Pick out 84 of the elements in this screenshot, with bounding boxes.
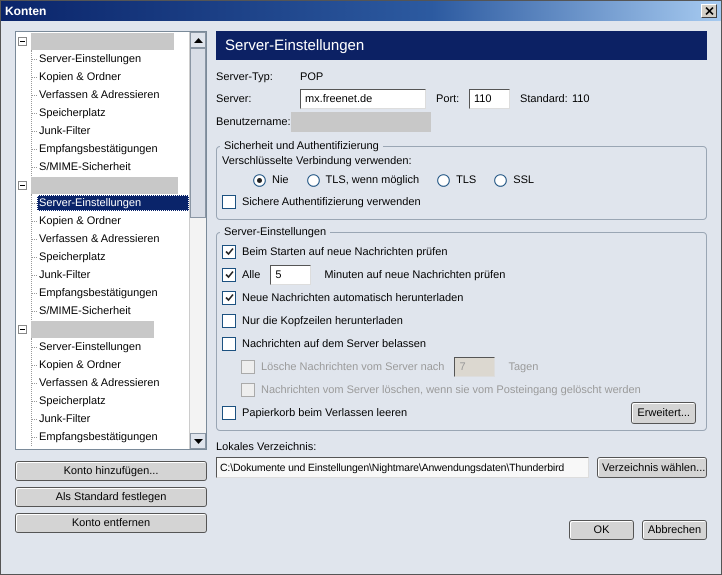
checkbox[interactable] <box>222 244 236 258</box>
checkbox-label: Alle <box>242 268 260 280</box>
tree-item[interactable]: Speicherplatz <box>37 249 189 265</box>
checkbox-label: Nachrichten auf dem Server belassen <box>242 338 426 350</box>
checkmark-icon <box>224 247 234 256</box>
username-label: Benutzername: <box>216 116 291 128</box>
tree-item[interactable]: Speicherplatz <box>37 393 189 409</box>
server-type-label: Server-Typ: <box>216 71 274 83</box>
page-heading: Server-Einstellungen <box>216 31 707 60</box>
port-field[interactable]: 110 <box>469 89 510 109</box>
tree-item[interactable]: Verfassen & Adressieren <box>37 375 189 391</box>
scroll-up-button[interactable] <box>190 32 206 48</box>
advanced-button[interactable]: Erweitert... <box>631 402 696 424</box>
checkbox-label: Lösche Nachrichten vom Server nach <box>261 360 444 372</box>
scrollbar[interactable] <box>189 32 206 449</box>
account-button[interactable]: Konto entfernen <box>15 513 207 533</box>
tree-item[interactable]: Empfangsbestätigungen <box>37 141 189 157</box>
checkbox-label: Nur die Kopfzeilen herunterladen <box>242 314 403 326</box>
checkbox[interactable] <box>222 194 236 208</box>
default-port-label: Standard: <box>520 93 569 105</box>
checkbox[interactable] <box>222 314 236 328</box>
radio-label: Nie <box>272 174 289 186</box>
down-arrow-icon <box>194 438 202 444</box>
tree-item[interactable]: Kopien & Ordner <box>37 357 189 373</box>
radio-label: SSL <box>513 174 534 186</box>
local-directory-field[interactable]: C:\Dokumente und Einstellungen\Nightmare\Anwendungsdaten\Thunderbird <box>216 457 589 478</box>
group-title: Sicherheit und Authentifizierung <box>223 140 380 152</box>
tree-item[interactable]: Kopien & Ordner <box>37 213 189 229</box>
tree-item[interactable]: Speicherplatz <box>37 105 189 121</box>
collapse-icon[interactable] <box>18 324 27 334</box>
tree-item[interactable]: Server-Einstellungen <box>37 195 189 211</box>
checkbox[interactable] <box>222 406 236 420</box>
up-arrow-icon <box>194 38 202 42</box>
checkbox[interactable] <box>222 268 236 282</box>
tree-item[interactable]: Server-Einstellungen <box>37 339 189 355</box>
scroll-down-button[interactable] <box>190 433 206 449</box>
tree-item[interactable]: Junk-Filter <box>37 267 189 283</box>
radio-label: TLS, wenn möglich <box>326 174 420 186</box>
tree-item[interactable]: Junk-Filter <box>37 123 189 139</box>
account-button[interactable]: Konto hinzufügen... <box>15 461 207 481</box>
checkbox[interactable] <box>222 290 236 304</box>
number-field[interactable]: 5 <box>270 264 312 284</box>
tree-item[interactable]: Empfangsbestätigungen <box>37 285 189 301</box>
tree-item[interactable]: S/MIME-Sicherheit <box>37 303 189 319</box>
dialog-button[interactable]: OK <box>569 520 634 540</box>
local-directory-label: Lokales Verzeichnis: <box>216 441 318 455</box>
window-title: Konten <box>5 4 46 18</box>
radio-button[interactable] <box>253 174 266 186</box>
tree-item[interactable]: Server-Einstellungen <box>37 51 189 67</box>
checkmark-icon <box>224 293 234 302</box>
radio-label: TLS <box>456 174 476 186</box>
checkbox-label: Neue Nachrichten automatisch herunterladen <box>242 292 464 304</box>
radio-button[interactable] <box>437 174 450 186</box>
close-button[interactable] <box>701 4 717 18</box>
checkbox[interactable] <box>222 336 236 350</box>
server-field[interactable]: mx.freenet.de <box>300 89 426 109</box>
tree-item[interactable]: S/MIME-Sicherheit <box>37 159 189 175</box>
dialog-button[interactable]: Abbrechen <box>642 520 707 540</box>
server-type-value: POP <box>300 71 324 83</box>
tree-item[interactable]: Empfangsbestätigungen <box>37 429 189 445</box>
port-label: Port: <box>436 93 460 105</box>
radio-button[interactable] <box>494 174 508 186</box>
account-button[interactable]: Als Standard festlegen <box>15 487 207 507</box>
default-port-value: 110 <box>572 93 590 105</box>
unit-label: Minuten auf neue Nachrichten prüfen <box>324 268 506 280</box>
tree-item[interactable]: Verfassen & Adressieren <box>37 87 189 103</box>
scroll-thumb[interactable] <box>190 48 206 218</box>
encryption-label: Verschlüsselte Verbindung verwenden: <box>222 154 413 169</box>
checkbox-label: Beim Starten auf neue Nachrichten prüfen <box>242 246 448 258</box>
checkmark-icon <box>224 270 234 279</box>
radio-button[interactable] <box>306 174 320 186</box>
checkbox-label: Nachrichten vom Server löschen, wenn sie vom Posteingang gelöscht werden <box>261 384 641 396</box>
group-title: Server-Einstellungen <box>223 226 328 238</box>
checkbox-label: Sichere Authentifizierung verwenden <box>242 196 421 208</box>
tree-item[interactable]: Kopien & Ordner <box>37 69 189 85</box>
close-icon <box>704 7 714 15</box>
collapse-icon[interactable] <box>18 180 27 190</box>
collapse-icon[interactable] <box>18 36 27 46</box>
unit-label: Tagen <box>508 360 538 372</box>
tree-item[interactable]: Verfassen & Adressieren <box>37 231 189 247</box>
server-label: Server: <box>216 93 252 105</box>
choose-directory-button[interactable]: Verzeichnis wählen... <box>597 457 707 478</box>
tree-item[interactable]: Junk-Filter <box>37 411 189 427</box>
checkbox-label: Papierkorb beim Verlassen leeren <box>242 406 408 418</box>
